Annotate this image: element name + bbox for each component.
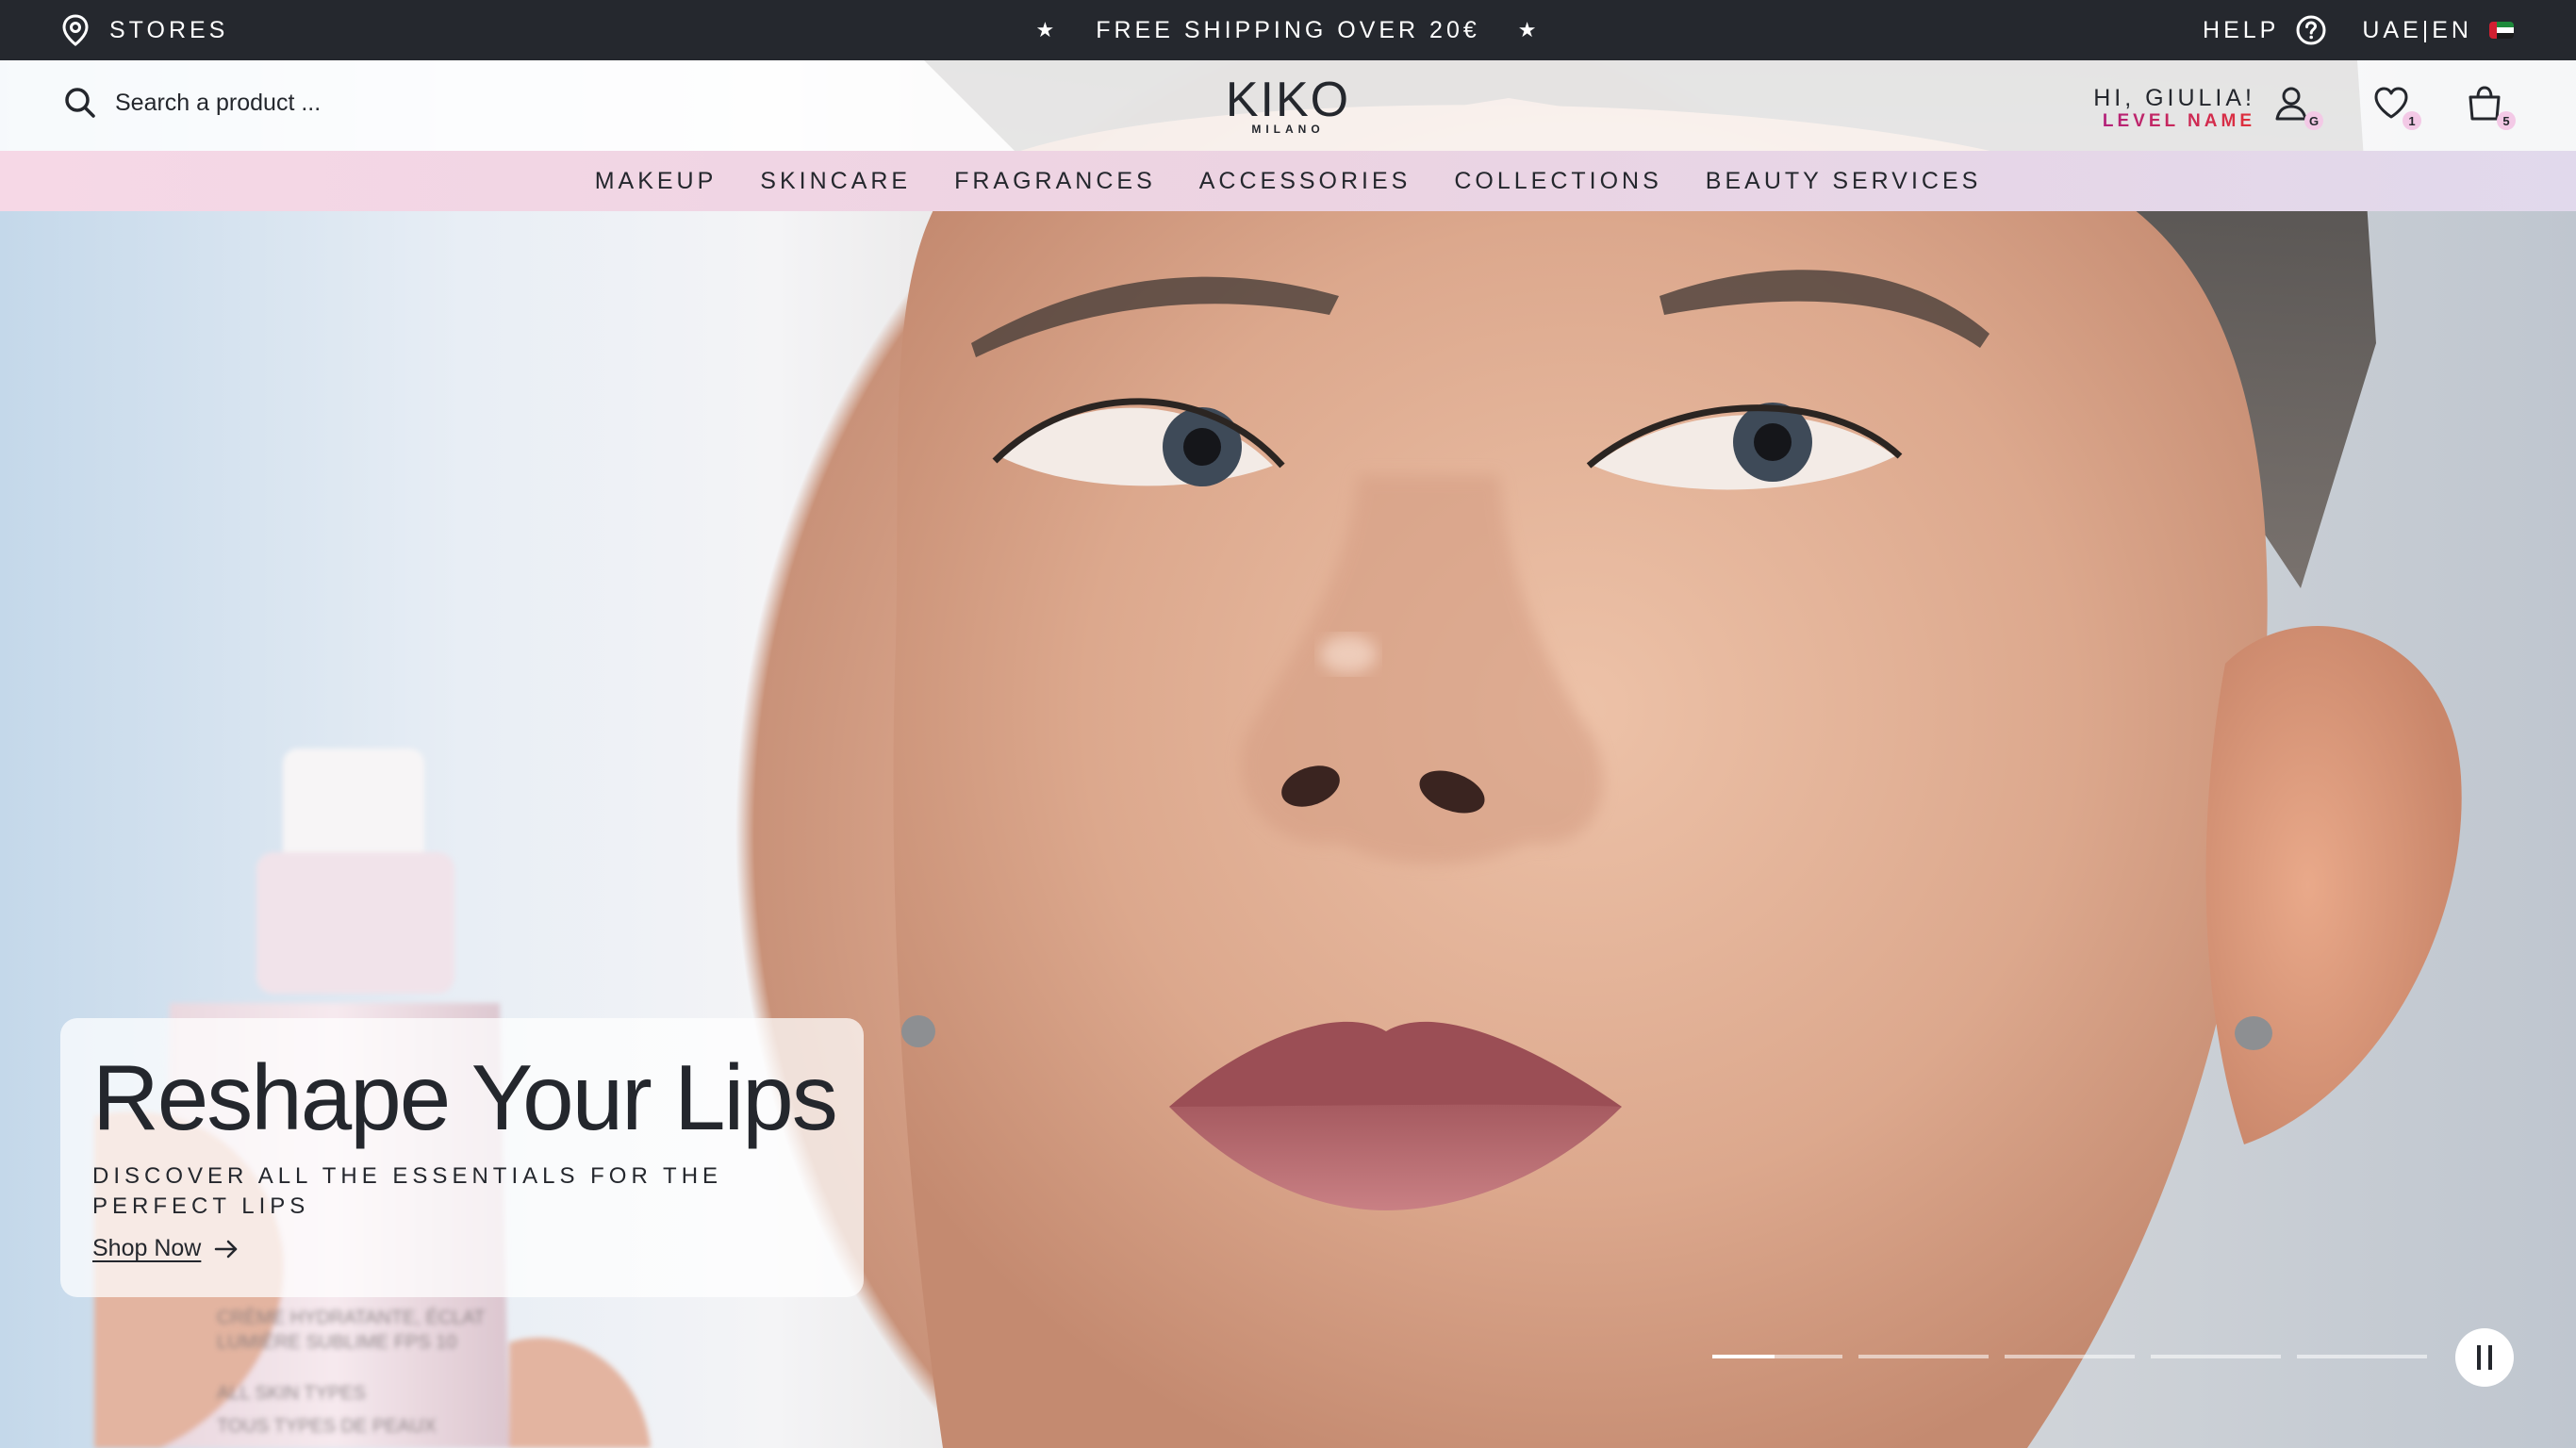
promo-card: Reshape Your Lips DISCOVER ALL THE ESSEN…: [60, 1018, 864, 1297]
search-icon[interactable]: [64, 87, 96, 119]
help-label: HELP: [2203, 16, 2280, 43]
location-pin-icon: [62, 14, 89, 46]
hero-description: DISCOVER ALL THE ESSENTIALS FOR THE PERF…: [92, 1163, 723, 1219]
nav-item-beauty-services[interactable]: BEAUTY SERVICES: [1706, 168, 1982, 195]
pause-button[interactable]: [2455, 1328, 2514, 1387]
account-button[interactable]: G: [2274, 85, 2323, 130]
stores-label: STORES: [109, 16, 229, 43]
help-circle-icon: [2296, 15, 2326, 45]
svg-text:ALL SKIN TYPES: ALL SKIN TYPES: [217, 1383, 366, 1404]
svg-text:TOUS TYPES DE PEAUX: TOUS TYPES DE PEAUX: [217, 1416, 437, 1437]
carousel-indicator[interactable]: [2005, 1355, 2135, 1358]
nav-item-skincare[interactable]: SKINCARE: [760, 168, 911, 195]
logo-main: KIKO: [1225, 73, 1351, 127]
uae-flag-icon: [2489, 22, 2514, 39]
help-link[interactable]: HELP: [2203, 15, 2326, 45]
greeting-text: HI, GIULIA!: [2093, 85, 2255, 111]
level-name: LEVEL NAME: [2093, 111, 2255, 132]
wishlist-button[interactable]: 1: [2372, 85, 2421, 130]
hero-title: Reshape Your Lips: [92, 1045, 838, 1149]
carousel-indicator[interactable]: [2151, 1355, 2281, 1358]
shop-now-label[interactable]: Shop Now: [92, 1235, 201, 1262]
site-header: KIKO MILANO HI, GIULIA! LEVEL NAME G 1 5: [0, 60, 2576, 151]
nav-item-makeup[interactable]: MAKEUP: [595, 168, 718, 195]
stores-link[interactable]: STORES: [62, 14, 228, 46]
pause-icon: [2488, 1345, 2492, 1370]
category-nav: MAKEUP SKINCARE FRAGRANCES ACCESSORIES C…: [0, 151, 2576, 211]
star-icon: ★: [1517, 18, 1541, 41]
carousel-indicators: [1712, 1355, 2427, 1358]
shipping-text: FREE SHIPPING OVER 20€: [1096, 16, 1480, 43]
cart-count-badge: 5: [2497, 111, 2516, 130]
shop-now-link[interactable]: Shop Now: [92, 1235, 832, 1262]
account-greeting[interactable]: HI, GIULIA! LEVEL NAME: [2093, 85, 2255, 132]
announcement-bar: STORES ★ FREE SHIPPING OVER 20€ ★ HELP U…: [0, 0, 2576, 60]
svg-text:LUMIÈRE SUBLIME FPS 10: LUMIÈRE SUBLIME FPS 10: [217, 1331, 457, 1353]
account-badge: G: [2304, 111, 2323, 130]
pause-icon: [2477, 1345, 2481, 1370]
carousel-indicator[interactable]: [1858, 1355, 1989, 1358]
carousel-indicator[interactable]: [1712, 1355, 1842, 1358]
carousel-indicator[interactable]: [2297, 1355, 2427, 1358]
search-input[interactable]: [115, 89, 398, 117]
locale-label: UAE|EN: [2362, 16, 2472, 43]
nav-item-accessories[interactable]: ACCESSORIES: [1199, 168, 1412, 195]
cart-button[interactable]: 5: [2467, 85, 2516, 130]
nav-item-fragrances[interactable]: FRAGRANCES: [954, 168, 1156, 195]
star-icon: ★: [1035, 18, 1059, 41]
shipping-banner: ★ FREE SHIPPING OVER 20€ ★: [1035, 17, 1540, 44]
kiko-logo[interactable]: KIKO MILANO: [1213, 75, 1363, 136]
wishlist-count-badge: 1: [2403, 111, 2421, 130]
arrow-right-icon: [215, 1240, 238, 1258]
nav-item-collections[interactable]: COLLECTIONS: [1454, 168, 1661, 195]
svg-text:CRÈME HYDRATANTE, ÉCLAT: CRÈME HYDRATANTE, ÉCLAT: [217, 1307, 485, 1328]
locale-selector[interactable]: UAE|EN: [2362, 17, 2514, 44]
search-bar[interactable]: [64, 87, 398, 119]
